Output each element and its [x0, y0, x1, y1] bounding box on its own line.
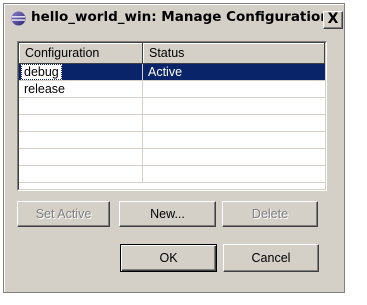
new-button[interactable]: New... [119, 201, 216, 227]
close-icon: X [327, 11, 339, 27]
configurations-table[interactable]: Configuration Status debug Active releas… [17, 41, 327, 191]
table-row-release[interactable]: release [19, 81, 325, 98]
set-active-button[interactable]: Set Active [17, 201, 110, 227]
cell-empty [19, 166, 143, 182]
cell-configuration: debug [19, 64, 143, 80]
table-inner: Configuration Status debug Active releas… [18, 42, 326, 190]
cell-status: Active [143, 64, 325, 80]
cell-empty [19, 149, 143, 165]
column-header-configuration[interactable]: Configuration [19, 43, 143, 64]
ok-button[interactable]: OK [120, 244, 217, 272]
table-row-empty [19, 166, 325, 183]
table-row-empty [19, 132, 325, 149]
delete-button[interactable]: Delete [222, 201, 318, 227]
title-bar: hello_world_win: Manage Configurations X [4, 4, 344, 30]
window-title: hello_world_win: Manage Configurations [31, 9, 338, 25]
cell-empty [143, 149, 325, 165]
eclipse-icon [11, 11, 26, 26]
table-row-empty [19, 98, 325, 115]
cell-empty [143, 98, 325, 114]
cell-configuration: release [19, 81, 143, 97]
table-row-debug[interactable]: debug Active [19, 64, 325, 81]
cell-status [143, 81, 325, 97]
cell-empty [19, 98, 143, 114]
cell-empty [143, 166, 325, 182]
table-row-empty [19, 149, 325, 166]
table-row-empty [19, 115, 325, 132]
cell-empty [19, 132, 143, 148]
cell-empty [143, 115, 325, 131]
cell-empty [19, 115, 143, 131]
cell-empty [143, 132, 325, 148]
manage-configurations-dialog: hello_world_win: Manage Configurations X… [3, 3, 345, 293]
close-button[interactable]: X [323, 11, 343, 29]
cancel-button[interactable]: Cancel [223, 244, 319, 272]
row-label-debug: debug [21, 64, 62, 80]
column-header-status[interactable]: Status [143, 43, 325, 64]
